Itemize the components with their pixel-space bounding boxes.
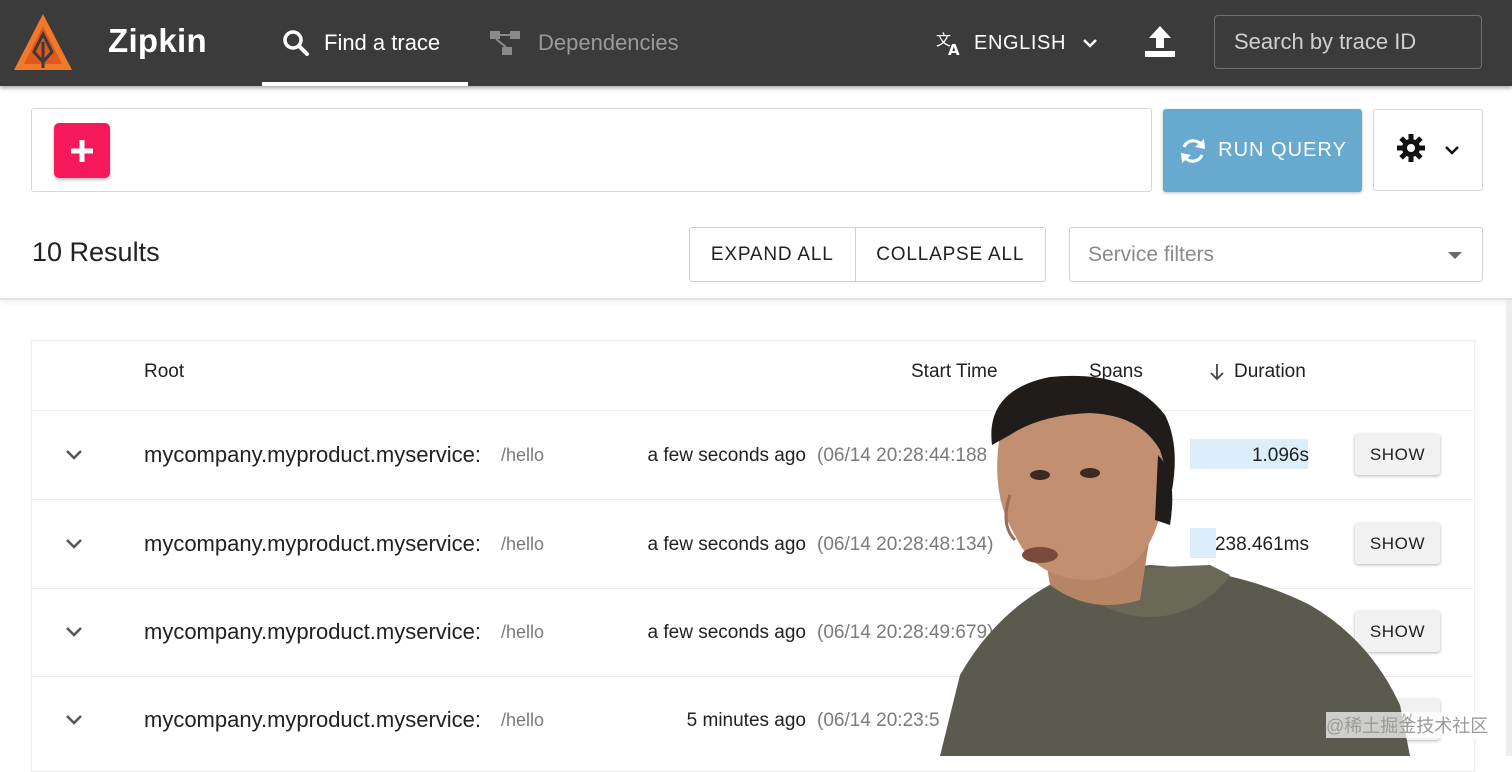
svg-text:A: A <box>948 41 960 56</box>
show-trace-button[interactable]: SHOW <box>1355 523 1440 564</box>
plus-icon <box>71 139 93 162</box>
start-time-relative: a few seconds ago <box>647 622 806 643</box>
tab-label: Find a trace <box>324 30 441 55</box>
duration-bar <box>1190 528 1216 558</box>
sort-descending-icon <box>1208 362 1226 382</box>
show-trace-button[interactable]: SHOW <box>1355 434 1440 475</box>
root-span-path: /hello <box>501 445 545 465</box>
duration-value: 238.461ms <box>1214 534 1309 555</box>
trace-id-search-input[interactable] <box>1214 15 1482 69</box>
start-time-absolute: (06/14 20:23:5 <box>817 710 940 731</box>
expand-row-chevron-icon[interactable] <box>64 713 84 727</box>
start-time-absolute: (06/14 20:28:48:134) <box>817 534 994 555</box>
column-header-start-time[interactable]: Start Time <box>911 361 998 383</box>
root-service-name: mycompany.myproduct.myservice: <box>144 531 482 556</box>
active-tab-indicator <box>262 82 468 86</box>
settings-menu-button[interactable] <box>1373 109 1483 191</box>
table-row[interactable]: mycompany.myproduct.myservice: /hello a … <box>0 588 1512 676</box>
table-row[interactable]: mycompany.myproduct.myservice: /hello a … <box>0 500 1512 588</box>
root-span-path: /hello <box>501 622 545 642</box>
watermark-text: @稀土掘金技术社区 <box>1326 712 1489 738</box>
run-query-button[interactable]: RUN QUERY <box>1163 109 1362 192</box>
show-trace-button[interactable]: SHOW <box>1355 611 1440 652</box>
start-time-relative: a few seconds ago <box>647 445 806 466</box>
header-divider <box>0 298 1512 300</box>
brand-title[interactable]: Zipkin <box>108 22 207 60</box>
tab-find-a-trace[interactable]: Find a trace <box>262 0 468 86</box>
table-row[interactable]: mycompany.myproduct.myservice: /hello 5 … <box>0 676 1512 764</box>
translate-icon: 文A <box>936 30 964 56</box>
search-icon <box>282 29 310 57</box>
results-count: 10 Results <box>32 237 160 267</box>
expand-row-chevron-icon[interactable] <box>64 625 84 639</box>
language-label: ENGLISH <box>974 31 1067 54</box>
service-filter-select[interactable]: Service filters <box>1069 227 1483 282</box>
root-service-name: mycompany.myproduct.myservice: <box>144 442 482 467</box>
dropdown-caret-icon <box>1448 252 1462 259</box>
upload-icon[interactable] <box>1140 22 1180 62</box>
start-time-relative: 5 minutes ago <box>686 710 806 731</box>
tab-label: Dependencies <box>538 30 679 55</box>
column-header-root[interactable]: Root <box>144 361 184 383</box>
run-query-label: RUN QUERY <box>1218 139 1347 161</box>
table-row[interactable]: mycompany.myproduct.myservice: /hello a … <box>0 411 1512 499</box>
root-span-path: /hello <box>501 710 545 730</box>
add-criteria-button[interactable] <box>54 123 110 178</box>
duration-header-label: Duration <box>1234 361 1306 382</box>
start-time-absolute: (06/14 20:28:44:188 <box>817 445 988 466</box>
top-app-bar: Zipkin Find a trace Dependencies 文A ENGL… <box>0 0 1512 86</box>
chevron-down-icon <box>1082 38 1098 48</box>
collapse-all-button[interactable]: COLLAPSE ALL <box>856 228 1045 281</box>
language-selector[interactable]: 文A ENGLISH <box>936 28 1098 58</box>
tab-dependencies[interactable]: Dependencies <box>488 0 679 86</box>
expand-row-chevron-icon[interactable] <box>64 448 84 462</box>
expand-collapse-group: EXPAND ALL COLLAPSE ALL <box>689 227 1046 282</box>
expand-row-chevron-icon[interactable] <box>64 537 84 551</box>
column-header-spans[interactable]: Spans <box>1089 361 1143 383</box>
root-service-name: mycompany.myproduct.myservice: <box>144 619 482 644</box>
root-span-path: /hello <box>501 534 545 554</box>
refresh-icon <box>1178 136 1208 166</box>
dependencies-icon <box>488 29 524 57</box>
query-criteria-box[interactable] <box>31 108 1152 192</box>
duration-value: 1.096s <box>1251 445 1309 466</box>
root-service-name: mycompany.myproduct.myservice: <box>144 707 482 732</box>
gear-icon <box>1396 133 1426 168</box>
chevron-down-icon <box>1444 145 1460 155</box>
expand-all-button[interactable]: EXPAND ALL <box>690 228 856 281</box>
start-time-absolute: (06/14 20:28:49:679) <box>817 622 994 643</box>
column-header-duration[interactable]: Duration <box>1208 361 1306 383</box>
zipkin-logo-icon[interactable] <box>12 12 74 74</box>
start-time-relative: a few seconds ago <box>647 534 806 555</box>
service-filter-placeholder: Service filters <box>1088 242 1215 266</box>
